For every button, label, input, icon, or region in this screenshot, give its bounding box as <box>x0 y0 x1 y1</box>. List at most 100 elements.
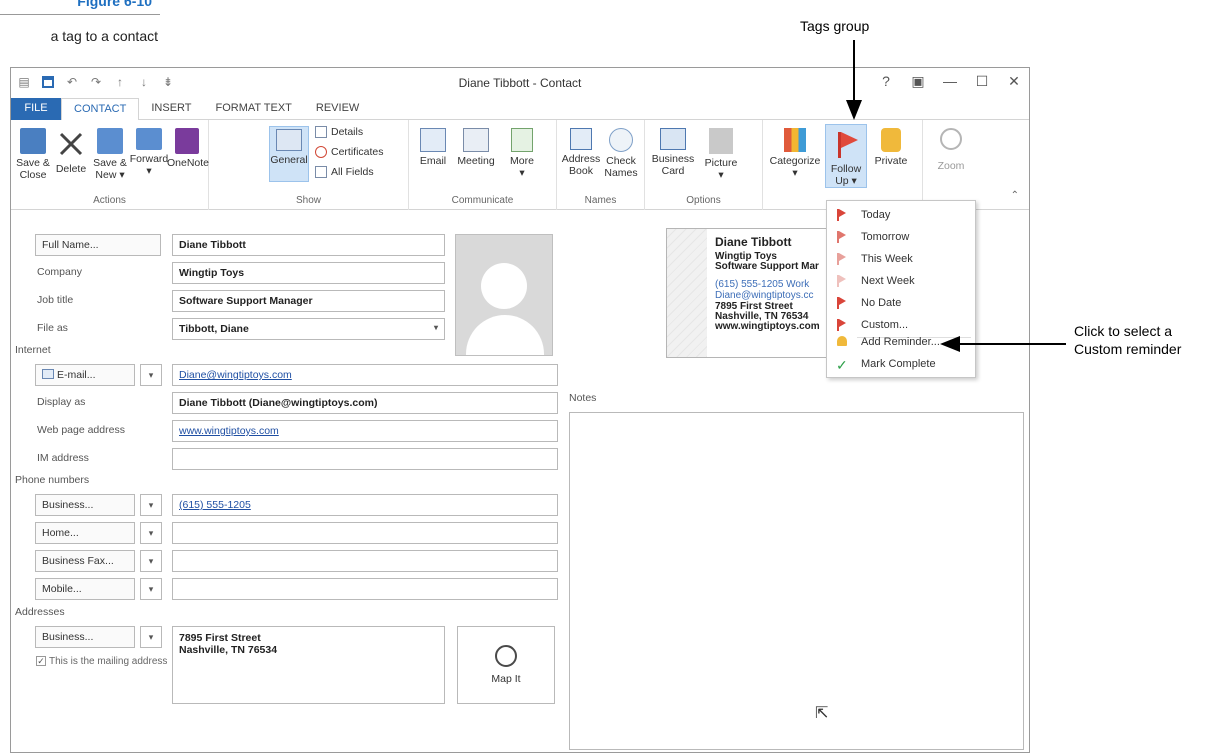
menu-item-add-reminder[interactable]: Add Reminder... <box>827 331 975 353</box>
all-fields-icon <box>315 166 327 178</box>
full-name-field[interactable]: Diane Tibbott <box>172 234 445 256</box>
flag-icon <box>837 297 846 309</box>
home-phone-dropdown[interactable]: ▾ <box>140 522 162 544</box>
forward-button[interactable]: Forward ▾ <box>129 128 169 177</box>
checkmark-icon: ✓ <box>36 656 46 666</box>
help-button[interactable]: ? <box>879 73 893 90</box>
mailing-address-checkbox[interactable]: ✓ This is the mailing address <box>36 656 171 667</box>
home-phone-field[interactable] <box>172 522 558 544</box>
delete-button[interactable]: Delete <box>53 128 89 175</box>
business-card-button[interactable]: Business Card <box>649 128 697 177</box>
onenote-icon <box>175 128 199 154</box>
meeting-button[interactable]: Meeting <box>453 128 499 167</box>
certificates-icon <box>315 146 327 158</box>
private-lock-icon <box>881 128 901 152</box>
bc-email: Diane@wingtiptoys.cc <box>715 290 814 301</box>
group-options: Business Card Picture ▾ Options <box>645 120 763 210</box>
ribbon-display-button[interactable]: ▣ <box>911 73 925 90</box>
categorize-button[interactable]: Categorize ▾ <box>767 128 823 179</box>
collapse-ribbon-caret-icon[interactable]: ⌃ <box>1011 190 1019 201</box>
picture-button[interactable]: Picture ▾ <box>699 128 743 181</box>
save-close-icon <box>20 128 46 154</box>
email-field[interactable]: Diane@wingtiptoys.com <box>172 364 558 386</box>
menu-item-next-week[interactable]: Next Week <box>827 270 975 292</box>
save-close-button[interactable]: Save & Close <box>15 128 51 181</box>
full-name-button[interactable]: Full Name... <box>35 234 161 256</box>
tab-format-text[interactable]: FORMAT TEXT <box>204 98 304 120</box>
map-it-button[interactable]: Map It <box>457 626 555 704</box>
more-button[interactable]: More ▾ <box>505 128 539 179</box>
business-fax-field[interactable] <box>172 550 558 572</box>
chevron-down-icon: ▾ <box>433 323 438 332</box>
categorize-icon <box>784 128 806 152</box>
business-fax-dropdown[interactable]: ▾ <box>140 550 162 572</box>
web-page-label: Web page address <box>37 424 125 436</box>
certificates-button[interactable]: Certificates <box>315 146 384 158</box>
im-address-label: IM address <box>37 452 89 464</box>
address-type-button[interactable]: Business... <box>35 626 135 648</box>
address-field[interactable]: 7895 First Street Nashville, TN 76534 <box>172 626 445 704</box>
onenote-button[interactable]: OneNote <box>167 128 209 169</box>
callout-custom-reminder: Click to select a Custom reminder <box>1074 322 1181 358</box>
follow-up-button[interactable]: Follow Up ▾ <box>825 124 867 188</box>
details-icon <box>315 126 327 138</box>
group-label-communicate: Communicate <box>451 195 514 206</box>
mobile-phone-dropdown[interactable]: ▾ <box>140 578 162 600</box>
details-button[interactable]: Details <box>315 126 363 138</box>
minimize-button[interactable]: — <box>943 73 957 90</box>
group-label-actions: Actions <box>93 195 126 206</box>
general-button[interactable]: General <box>269 126 309 182</box>
tab-insert[interactable]: INSERT <box>139 98 203 120</box>
company-field[interactable]: Wingtip Toys <box>172 262 445 284</box>
menu-item-tomorrow[interactable]: Tomorrow <box>827 226 975 248</box>
address-book-icon <box>570 128 592 150</box>
web-page-field[interactable]: www.wingtiptoys.com <box>172 420 558 442</box>
menu-item-this-week[interactable]: This Week <box>827 248 975 270</box>
maximize-button[interactable]: ☐ <box>975 73 989 90</box>
internet-section-label: Internet <box>15 344 51 356</box>
business-phone-dropdown[interactable]: ▾ <box>140 494 162 516</box>
display-as-label: Display as <box>37 396 86 408</box>
save-new-button[interactable]: Save & New ▾ <box>91 128 129 181</box>
email-button[interactable]: Email <box>415 128 451 167</box>
menu-item-no-date[interactable]: No Date <box>827 292 975 314</box>
menu-item-today[interactable]: Today <box>827 204 975 226</box>
tab-contact[interactable]: CONTACT <box>61 98 140 121</box>
mobile-phone-button[interactable]: Mobile... <box>35 578 135 600</box>
im-address-field[interactable] <box>172 448 558 470</box>
home-phone-button[interactable]: Home... <box>35 522 135 544</box>
tab-review[interactable]: REVIEW <box>304 98 371 120</box>
window-title: Diane Tibbott - Contact <box>458 76 582 90</box>
forward-icon <box>136 128 162 150</box>
group-names: Address Book Check Names Names <box>557 120 645 210</box>
file-as-select[interactable]: Tibbott, Diane ▾ <box>172 318 445 340</box>
notes-field[interactable]: ⇱ <box>569 412 1024 750</box>
close-button[interactable]: ✕ <box>1007 73 1021 90</box>
business-fax-button[interactable]: Business Fax... <box>35 550 135 572</box>
email-icon <box>420 128 446 152</box>
email-type-button[interactable]: E-mail... <box>35 364 135 386</box>
mobile-phone-field[interactable] <box>172 578 558 600</box>
business-card-preview[interactable]: Diane Tibbott Wingtip Toys Software Supp… <box>666 228 846 358</box>
picture-icon <box>709 128 733 154</box>
all-fields-button[interactable]: All Fields <box>315 166 374 178</box>
address-type-dropdown[interactable]: ▾ <box>140 626 162 648</box>
check-names-button[interactable]: Check Names <box>601 128 641 179</box>
address-book-button[interactable]: Address Book <box>561 128 601 177</box>
group-communicate: Email Meeting More ▾ Communicate <box>409 120 557 210</box>
job-title-field[interactable]: Software Support Manager <box>172 290 445 312</box>
menu-item-mark-complete[interactable]: ✓ Mark Complete <box>827 353 975 375</box>
bc-phone: (615) 555-1205 Work <box>715 279 810 290</box>
contact-photo[interactable] <box>455 234 553 356</box>
figure-number: Figure 6-10 <box>77 0 152 9</box>
zoom-button[interactable]: Zoom <box>931 128 971 172</box>
tab-file[interactable]: FILE <box>11 98 61 120</box>
display-as-field[interactable]: Diane Tibbott (Diane@wingtiptoys.com) <box>172 392 558 414</box>
business-phone-button[interactable]: Business... <box>35 494 135 516</box>
contact-window: ▤ ↶ ↷ ↑ ↓ ⇟ Diane Tibbott - Contact ? ▣ … <box>10 67 1030 753</box>
email-type-dropdown[interactable]: ▾ <box>140 364 162 386</box>
more-icon <box>511 128 533 152</box>
private-button[interactable]: Private <box>871 128 911 167</box>
business-phone-field[interactable]: (615) 555-1205 <box>172 494 558 516</box>
save-new-icon <box>97 128 123 154</box>
